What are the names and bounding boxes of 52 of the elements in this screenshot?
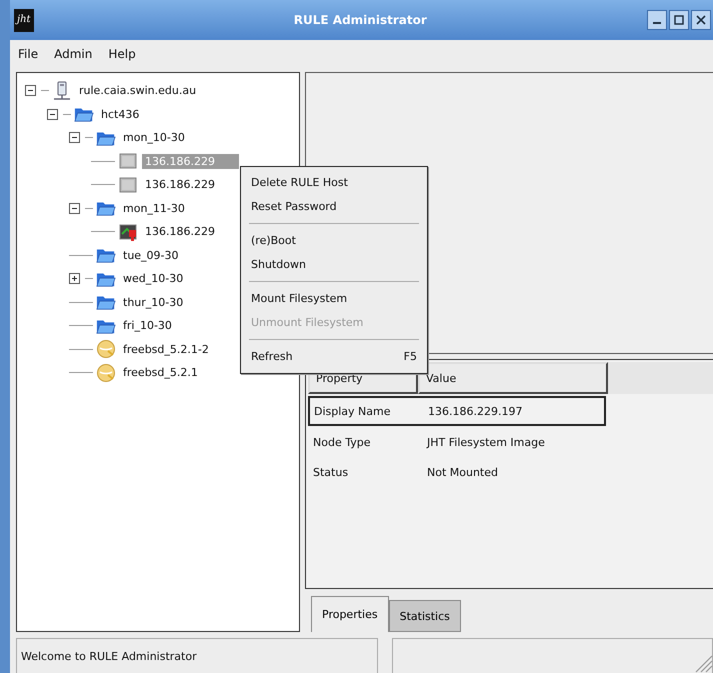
computer-icon: [52, 80, 72, 101]
disk-image-error-icon: [118, 222, 138, 242]
disk-image-icon: [118, 174, 138, 195]
context-menu-item[interactable]: (re)Boot: [241, 229, 427, 252]
tree-item[interactable]: hct436: [98, 106, 142, 122]
tree-item[interactable]: tue_09-30: [120, 248, 182, 263]
status-message: Welcome to RULE Administrator: [16, 638, 378, 673]
menu-item[interactable]: File: [18, 47, 38, 61]
property-value: 136.186.229.197: [427, 404, 524, 418]
property-row[interactable]: Display Name 136.186.229.197: [308, 396, 606, 426]
tab[interactable]: Statistics: [388, 600, 461, 632]
expand-icon[interactable]: [69, 273, 80, 284]
property-value: Not Mounted: [426, 466, 499, 478]
property-name: Status: [312, 466, 350, 478]
tree-item[interactable]: mon_11-30: [120, 200, 188, 216]
app-logo: jht: [14, 8, 34, 32]
disc-icon: [96, 339, 116, 360]
property-row[interactable]: Node Type JHT Filesystem Image: [308, 428, 604, 456]
tree-item[interactable]: 136.186.229: [142, 224, 218, 240]
context-menu-item[interactable]: Reset Password: [241, 194, 427, 218]
tree-item[interactable]: freebsd_5.2.1-2: [120, 342, 212, 357]
disc-icon: [96, 362, 116, 383]
property-name: Display Name: [313, 404, 392, 418]
column-header[interactable]: Value: [418, 362, 608, 394]
minimize-icon: [652, 22, 661, 24]
tree-item[interactable]: thur_10-30: [120, 294, 186, 310]
collapse-icon[interactable]: [69, 132, 80, 144]
tree-item[interactable]: fri_10-30: [120, 318, 175, 334]
close-button[interactable]: [690, 10, 711, 30]
close-icon: [696, 15, 706, 25]
property-row[interactable]: Status Not Mounted: [308, 458, 604, 486]
menu-item[interactable]: Admin: [54, 47, 92, 61]
maximize-icon: [674, 15, 684, 25]
maximize-button[interactable]: [668, 10, 689, 30]
context-menu-item[interactable]: Mount Filesystem: [241, 287, 427, 310]
collapse-icon[interactable]: [25, 85, 36, 96]
tree-item[interactable]: 136.186.229: [142, 177, 218, 192]
tree-item[interactable]: wed_10-30: [120, 271, 186, 286]
collapse-icon[interactable]: [69, 202, 80, 214]
disk-image-icon: [118, 151, 138, 172]
minimize-button[interactable]: [646, 10, 667, 30]
property-name: Node Type: [312, 436, 372, 448]
tab[interactable]: Properties: [311, 596, 389, 632]
collapse-icon[interactable]: [47, 108, 58, 120]
menu-item[interactable]: Help: [108, 47, 136, 61]
tree-item[interactable]: rule.caia.swin.edu.au: [76, 83, 200, 98]
context-menu-item[interactable]: Shutdown: [241, 252, 427, 276]
window-title: RULE Administrator: [292, 13, 427, 27]
context-menu-item[interactable]: Delete RULE Host: [241, 171, 427, 194]
tree-item[interactable]: mon_10-30: [120, 130, 188, 146]
property-value: JHT Filesystem Image: [426, 436, 546, 448]
tree-item[interactable]: freebsd_5.2.1: [120, 365, 201, 380]
